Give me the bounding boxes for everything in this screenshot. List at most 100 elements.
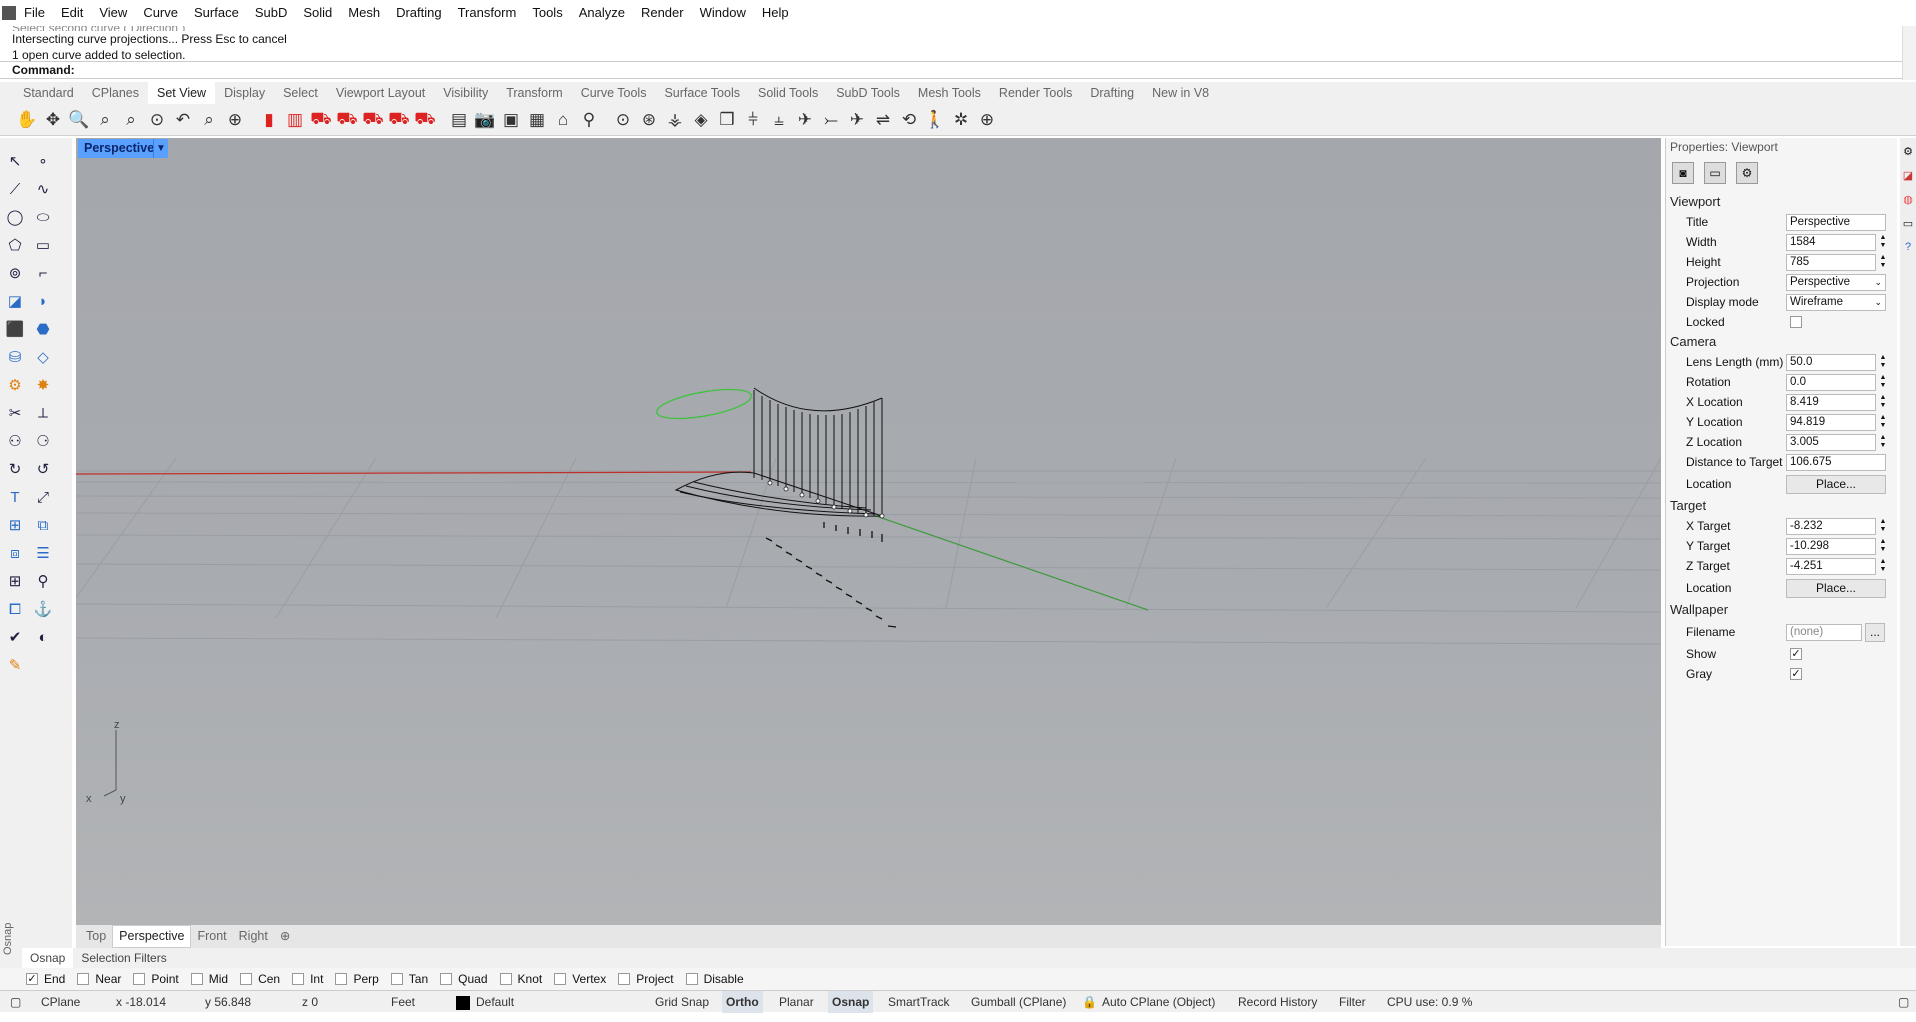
status-layer[interactable]: Default	[456, 991, 514, 1013]
boolean-icon[interactable]: ⬣	[30, 316, 56, 342]
browse-button[interactable]: ...	[1865, 622, 1885, 642]
named-view-icon[interactable]: 📷	[472, 107, 498, 133]
car-left-icon[interactable]: ⛟	[360, 107, 386, 133]
tab-standard[interactable]: Standard	[14, 82, 83, 104]
checkbox[interactable]	[440, 973, 453, 985]
checkbox[interactable]	[685, 973, 698, 985]
curve-icon[interactable]: ∿	[30, 176, 56, 202]
loft-icon[interactable]: ◗	[30, 288, 56, 314]
status-ortho[interactable]: Ortho	[722, 991, 763, 1013]
tab-solid-tools[interactable]: Solid Tools	[749, 82, 827, 104]
status-planar[interactable]: Planar	[779, 991, 814, 1013]
tab-curve-tools[interactable]: Curve Tools	[572, 82, 656, 104]
snap-disable[interactable]: Disable	[685, 972, 744, 986]
tab-osnap[interactable]: Osnap	[22, 948, 74, 968]
snap-mid[interactable]: Mid	[190, 972, 228, 986]
spinner-icon[interactable]: ▲ ▼	[1878, 558, 1888, 574]
checkbox[interactable]	[133, 973, 146, 985]
text-icon[interactable]: T	[2, 484, 28, 510]
cube-icon[interactable]: ❒	[714, 107, 740, 133]
menu-subd[interactable]: SubD	[247, 0, 296, 26]
tab-visibility[interactable]: Visibility	[434, 82, 497, 104]
set-camera-icon[interactable]: ⌂	[550, 107, 576, 133]
perspective-viewport[interactable]: z x y Perspective ▼	[76, 138, 1661, 925]
snap-project[interactable]: Project	[618, 972, 674, 986]
align-z-icon[interactable]: ✈	[792, 107, 818, 133]
check-icon[interactable]: ✔	[2, 624, 28, 650]
snap-cen[interactable]: Cen	[240, 972, 280, 986]
dimension-icon[interactable]: ⤢	[30, 484, 56, 510]
layer-icon[interactable]: ☰	[30, 540, 56, 566]
polygon-icon[interactable]: ⬠	[2, 232, 28, 258]
display-mode-select[interactable]: Wireframe ⌄	[1786, 293, 1886, 311]
car-back-icon[interactable]: ⛟	[412, 107, 438, 133]
mesh-icon[interactable]: ◇	[30, 344, 56, 370]
mirror-icon[interactable]: ⧉	[30, 512, 56, 538]
tab-viewport-layout[interactable]: Viewport Layout	[327, 82, 434, 104]
walk-icon[interactable]: 🚶	[922, 107, 948, 133]
y-target-field[interactable]: -10.298	[1786, 537, 1876, 555]
rotation-field[interactable]: 0.0	[1786, 373, 1876, 391]
checkbox[interactable]	[335, 973, 348, 985]
status-osnap[interactable]: Osnap	[828, 991, 874, 1013]
checkbox[interactable]	[77, 973, 90, 985]
tab-render-tools[interactable]: Render Tools	[990, 82, 1081, 104]
tab-subd-tools[interactable]: SubD Tools	[827, 82, 909, 104]
arc-icon[interactable]: ⊚	[2, 260, 28, 286]
color-wheel-icon[interactable]: ◍	[1901, 192, 1915, 206]
z-target-field[interactable]: -4.251	[1786, 557, 1876, 575]
status-cplane[interactable]: CPlane	[41, 991, 80, 1013]
snap-perp[interactable]: Perp	[335, 972, 379, 986]
menu-mesh[interactable]: Mesh	[340, 0, 388, 26]
status-grid-snap[interactable]: Grid Snap	[655, 991, 709, 1013]
x-location-field[interactable]: 8.419	[1786, 393, 1876, 411]
checkbox[interactable]	[499, 973, 512, 985]
viewport-title[interactable]: Perspective	[78, 139, 161, 158]
status-autocplane[interactable]: Auto CPlane (Object)	[1102, 991, 1215, 1013]
camera-icon[interactable]: ▥	[282, 107, 308, 133]
tab-select[interactable]: Select	[274, 82, 327, 104]
focus-icon[interactable]: ⊕	[974, 107, 1000, 133]
globe-icon[interactable]: ⚶	[662, 107, 688, 133]
checkbox[interactable]	[390, 973, 403, 985]
camera-icon[interactable]: ◙	[1672, 162, 1694, 184]
scale-icon[interactable]: ↺	[30, 456, 56, 482]
split-icon[interactable]: ⟂	[30, 400, 56, 426]
checkbox[interactable]	[554, 973, 567, 985]
snap-quad[interactable]: Quad	[440, 972, 488, 986]
array-icon[interactable]: ⊞	[2, 512, 28, 538]
ellipse-icon[interactable]: ⬭	[30, 204, 56, 230]
spinner-icon[interactable]: ▲ ▼	[1878, 374, 1888, 390]
snap-int[interactable]: Int	[292, 972, 323, 986]
pivot-icon[interactable]: ⚓	[30, 596, 56, 622]
command-line[interactable]: Command:	[0, 61, 1902, 79]
pan-icon[interactable]: ✋	[14, 107, 40, 133]
car-front-icon[interactable]: ⛟	[308, 107, 334, 133]
distance-field[interactable]: 106.675	[1786, 453, 1886, 471]
status-filter[interactable]: Filter	[1339, 991, 1366, 1013]
title-field[interactable]: Perspective	[1786, 213, 1886, 231]
gear-icon[interactable]: ⚙	[1901, 144, 1915, 158]
rhino-logo-icon[interactable]	[2, 6, 16, 20]
menu-tools[interactable]: Tools	[524, 0, 570, 26]
menu-window[interactable]: Window	[692, 0, 754, 26]
circle-view-icon[interactable]: ⊙	[610, 107, 636, 133]
status-record-history[interactable]: Record History	[1238, 991, 1317, 1013]
block-icon[interactable]: ⧈	[2, 540, 28, 566]
gear-icon[interactable]: ⚙	[2, 372, 28, 398]
spinner-icon[interactable]: ▲ ▼	[1878, 254, 1888, 270]
align-x-icon[interactable]: ⫩	[740, 107, 766, 133]
spinner-icon[interactable]: ▲ ▼	[1878, 518, 1888, 534]
status-toggle-icon[interactable]: ▢	[10, 991, 21, 1013]
car-side-icon[interactable]: ⛟	[334, 107, 360, 133]
history-scrollbar[interactable]	[1902, 26, 1916, 80]
menu-transform[interactable]: Transform	[450, 0, 525, 26]
zoom-window-icon[interactable]: ⌕	[92, 107, 118, 133]
tab-new-in-v8[interactable]: New in V8	[1143, 82, 1218, 104]
snap-knot[interactable]: Knot	[499, 972, 542, 986]
snap-near[interactable]: Near	[77, 972, 121, 986]
vtab-right[interactable]: Right	[233, 926, 274, 947]
spinner-icon[interactable]: ▲ ▼	[1878, 414, 1888, 430]
car-right-icon[interactable]: ⛟	[386, 107, 412, 133]
menu-file[interactable]: File	[16, 0, 53, 26]
